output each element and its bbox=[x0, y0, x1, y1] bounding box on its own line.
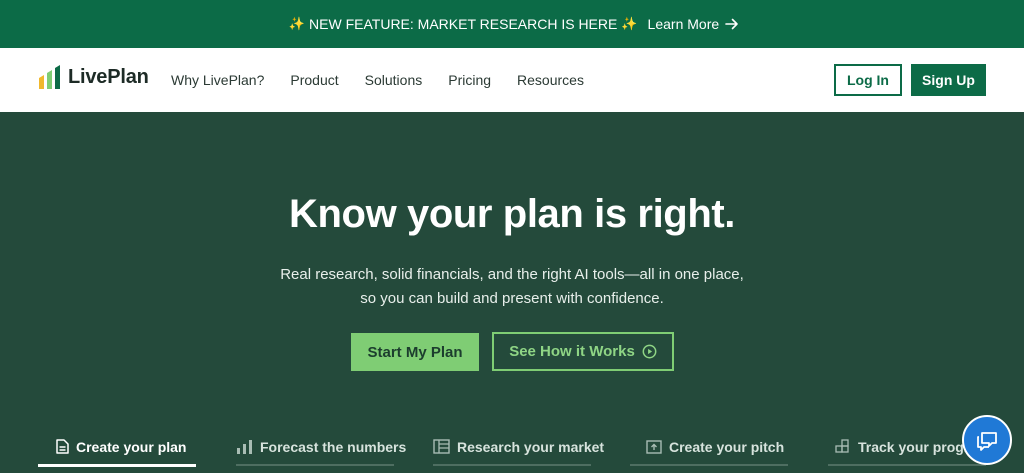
tab-indicator bbox=[630, 464, 788, 466]
hero-title: Know your plan is right. bbox=[289, 192, 735, 236]
menu-item-pricing[interactable]: Pricing bbox=[448, 72, 491, 88]
bar-chart-icon bbox=[236, 439, 253, 454]
tab-label: Create your pitch bbox=[669, 438, 785, 455]
menu-item-product[interactable]: Product bbox=[290, 72, 338, 88]
liveplan-logo[interactable]: LivePlan bbox=[38, 64, 149, 90]
learn-more-label: Learn More bbox=[647, 16, 720, 32]
menu-item-solutions[interactable]: Solutions bbox=[365, 72, 423, 88]
tab-indicator bbox=[828, 464, 986, 466]
logo-text: LivePlan bbox=[68, 65, 149, 88]
tab-research-your-market[interactable]: Research your market bbox=[433, 426, 604, 467]
tab-create-your-pitch[interactable]: Create your pitch bbox=[646, 426, 784, 467]
login-button[interactable]: Log In bbox=[834, 64, 902, 96]
tab-active-indicator bbox=[38, 464, 196, 467]
logo-bars-icon bbox=[39, 65, 60, 89]
banner-text: NEW FEATURE: MARKET RESEARCH IS HERE bbox=[309, 16, 618, 32]
hero-subtitle-line-2: so you can build and present with confid… bbox=[360, 290, 664, 307]
tab-indicator bbox=[433, 464, 591, 466]
grid-icon bbox=[835, 439, 851, 454]
sparkle-icon: ✨ bbox=[288, 16, 306, 31]
feature-tabs: Create your plan Forecast the numbers Re… bbox=[0, 426, 1024, 473]
tab-label: Forecast the numbers bbox=[260, 438, 407, 455]
see-how-it-works-label: See How it Works bbox=[509, 343, 635, 360]
tab-forecast-the-numbers[interactable]: Forecast the numbers bbox=[236, 426, 406, 467]
play-circle-icon bbox=[642, 344, 657, 359]
menu-item-why-liveplan[interactable]: Why LivePlan? bbox=[171, 72, 264, 88]
tab-create-your-plan[interactable]: Create your plan bbox=[56, 426, 186, 467]
tab-indicator bbox=[236, 464, 394, 466]
main-menu: Why LivePlan? Product Solutions Pricing … bbox=[171, 72, 610, 88]
see-how-it-works-button[interactable]: See How it Works bbox=[492, 332, 674, 371]
document-icon bbox=[56, 439, 69, 454]
sparkle-icon: ✨ bbox=[621, 16, 638, 31]
hero-subtitle-line-1: Real research, solid financials, and the… bbox=[280, 266, 744, 283]
signup-button[interactable]: Sign Up bbox=[911, 64, 986, 96]
announcement-banner: ✨ NEW FEATURE: MARKET RESEARCH IS HERE ✨… bbox=[0, 0, 1024, 48]
presentation-icon bbox=[646, 439, 662, 454]
learn-more-link[interactable]: Learn More bbox=[648, 16, 740, 32]
top-navigation: LivePlan Why LivePlan? Product Solutions… bbox=[0, 48, 1024, 112]
building-icon bbox=[433, 439, 450, 454]
arrow-right-icon bbox=[725, 18, 738, 30]
start-my-plan-button[interactable]: Start My Plan bbox=[351, 333, 479, 371]
hero-subtitle: Real research, solid financials, and the… bbox=[0, 263, 1024, 311]
chat-widget-button[interactable] bbox=[962, 415, 1012, 465]
chat-bubbles-icon bbox=[977, 432, 997, 451]
menu-item-resources[interactable]: Resources bbox=[517, 72, 584, 88]
tab-label: Create your plan bbox=[76, 438, 187, 455]
tab-label: Research your market bbox=[457, 438, 605, 455]
